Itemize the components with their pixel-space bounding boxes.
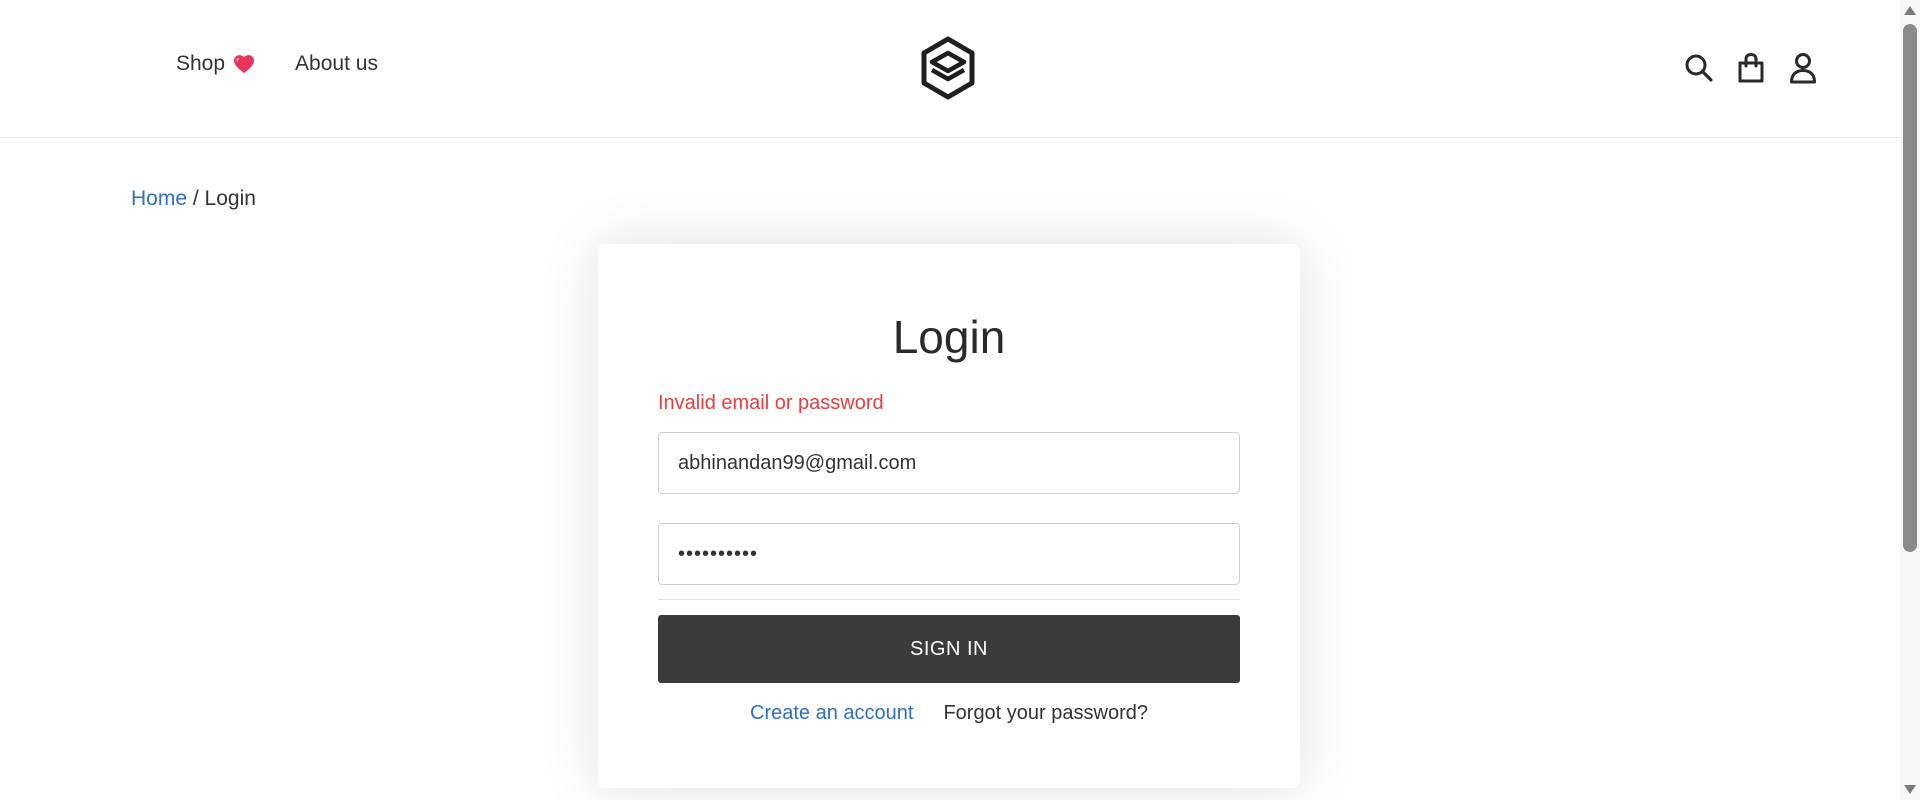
heart-icon (234, 55, 255, 74)
scroll-down-icon[interactable] (1904, 785, 1916, 794)
scrollbar-thumb[interactable] (1903, 24, 1917, 552)
nav-shop-link[interactable]: Shop (176, 52, 255, 76)
user-icon[interactable] (1788, 52, 1818, 84)
nav-shop-label: Shop (176, 52, 226, 75)
shopping-bag-icon[interactable] (1736, 52, 1766, 84)
email-field[interactable] (658, 432, 1240, 494)
breadcrumb-separator: / (187, 187, 205, 210)
page-scrollbar[interactable] (1900, 0, 1920, 800)
create-account-link[interactable]: Create an account (750, 702, 913, 725)
site-header: Shop About us (0, 0, 1900, 138)
forgot-password-link[interactable]: Forgot your password? (943, 702, 1148, 725)
layers-logo-icon[interactable] (920, 36, 976, 100)
header-actions (1684, 52, 1818, 84)
password-field[interactable] (658, 523, 1240, 585)
login-error-message: Invalid email or password (658, 392, 884, 414)
nav-about-link[interactable]: About us (295, 52, 378, 76)
sign-in-button[interactable]: SIGN IN (658, 615, 1240, 683)
main-nav: Shop About us (176, 52, 378, 76)
login-card: Login Invalid email or password SIGN IN … (598, 244, 1300, 788)
breadcrumb-home-link[interactable]: Home (131, 187, 187, 210)
login-title: Login (892, 311, 1006, 363)
breadcrumb: Home / Login (131, 187, 256, 211)
search-icon[interactable] (1684, 52, 1714, 84)
breadcrumb-current: Login (204, 187, 256, 210)
scroll-up-icon[interactable] (1904, 6, 1916, 15)
account-links: Create an account Forgot your password? (598, 702, 1300, 725)
form-divider (658, 599, 1240, 600)
